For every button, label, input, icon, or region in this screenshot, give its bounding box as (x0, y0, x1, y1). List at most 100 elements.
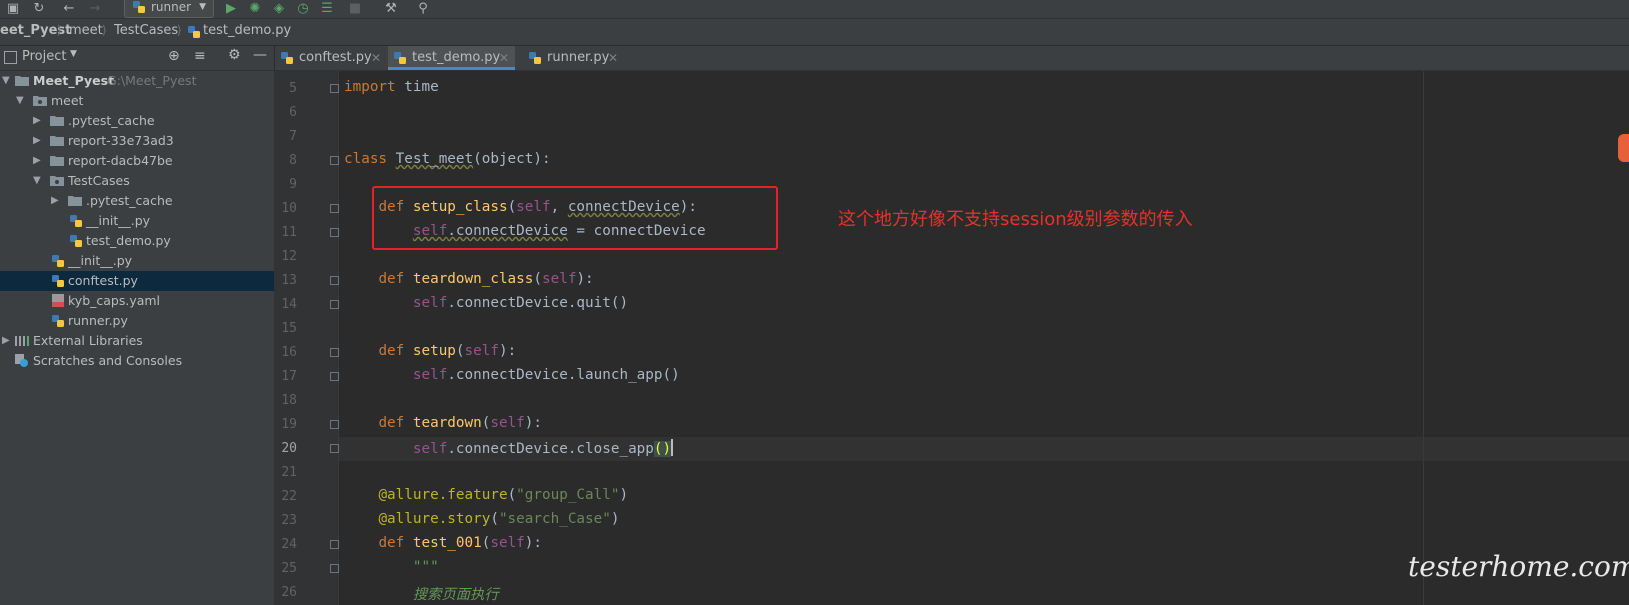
tree-item-report-33e73ad3[interactable]: ▶ report-33e73ad3 (0, 131, 274, 151)
sync-icon[interactable]: ↻ (30, 1, 48, 17)
wrench-icon[interactable]: ⚒ (382, 1, 400, 17)
tree-item-testcases[interactable]: ▼ TestCases (0, 171, 274, 191)
tab-conftest[interactable]: conftest.py ✕ (275, 46, 387, 70)
run-configuration-select[interactable]: runner ▼ (124, 0, 214, 18)
collapsed-arrow-icon[interactable]: ▶ (33, 151, 41, 171)
stop-icon[interactable]: ■ (346, 1, 364, 17)
tree-item-label: runner.py (68, 313, 128, 328)
code-self: self (412, 295, 448, 311)
tree-item-external-libraries[interactable]: ▶ External Libraries (0, 331, 274, 351)
tab-test-demo[interactable]: test_demo.py ✕ (388, 46, 515, 70)
search-icon[interactable]: ⚲ (414, 1, 432, 17)
code-text: .connectDevice.launch_app() (447, 367, 680, 383)
expanded-arrow-icon[interactable]: ▼ (2, 71, 10, 91)
locate-target-icon[interactable]: ⊕ (168, 48, 180, 64)
tree-item-meet-pyest[interactable]: ▼ Meet_Pyest G:\Meet_Pyest (0, 71, 274, 91)
code-keyword: def (378, 271, 405, 287)
folder-icon (50, 136, 64, 146)
code-text: .connectDevice.close_app (447, 441, 654, 457)
line-number: 12 (281, 249, 297, 264)
fold-marker[interactable] (330, 228, 339, 237)
collapse-all-icon[interactable]: ≡ (194, 48, 206, 64)
tree-item-conftest[interactable]: conftest.py (0, 271, 274, 291)
tree-item-label: TestCases (68, 173, 130, 188)
breadcrumb-file[interactable]: test_demo.py (203, 23, 291, 38)
profile-icon[interactable]: ◷ (294, 1, 312, 17)
right-margin-guide (1423, 71, 1424, 605)
code-self: self (542, 271, 577, 287)
python-file-icon (70, 215, 82, 227)
python-file-icon (70, 235, 82, 247)
expanded-arrow-icon[interactable]: ▼ (16, 91, 24, 111)
tree-item-pytest-cache[interactable]: ▶ .pytest_cache (0, 111, 274, 131)
tree-item-test-demo[interactable]: test_demo.py (0, 231, 274, 251)
fold-marker[interactable] (330, 444, 339, 453)
line-number: 16 (281, 345, 297, 360)
collapsed-arrow-icon[interactable]: ▶ (2, 331, 10, 351)
fold-marker[interactable] (330, 420, 339, 429)
project-panel-title[interactable]: Project (22, 49, 66, 64)
project-view-icon (4, 51, 17, 64)
coverage-icon[interactable]: ◈ (270, 1, 288, 17)
folder-icon (50, 116, 64, 126)
folder-icon (50, 156, 64, 166)
code-line-16: def setup(self): (344, 343, 516, 359)
run-tasks-icon[interactable]: ☰ (318, 1, 336, 17)
python-file-icon (188, 26, 200, 38)
tree-item-testcases-init[interactable]: __init__.py (0, 211, 274, 231)
code-text: ( (490, 511, 499, 527)
back-arrow-icon[interactable]: ← (60, 1, 78, 17)
fold-marker[interactable] (330, 564, 339, 573)
tree-item-meet[interactable]: ▼ meet (0, 91, 274, 111)
fold-marker[interactable] (330, 348, 339, 357)
code-self: self (490, 415, 525, 431)
code-function-name: setup (412, 343, 456, 359)
fold-marker[interactable] (330, 156, 339, 165)
fold-marker[interactable] (330, 204, 339, 213)
code-docstring: 搜索页面执行 (412, 587, 499, 603)
python-file-icon (529, 52, 541, 64)
code-text: ) (610, 511, 620, 527)
breadcrumb-meet[interactable]: meet (69, 23, 103, 38)
fold-marker[interactable] (330, 372, 339, 381)
tab-runner[interactable]: runner.py ✕ (523, 46, 623, 70)
fold-marker[interactable] (330, 540, 339, 549)
code-decorator: @allure.feature (378, 487, 508, 503)
tree-item-label: test_demo.py (86, 233, 171, 248)
chevron-down-icon[interactable]: ▼ (70, 49, 77, 59)
run-configuration-label: runner (151, 0, 192, 14)
tree-item-meet-init[interactable]: __init__.py (0, 251, 274, 271)
tree-item-scratches[interactable]: Scratches and Consoles (0, 351, 274, 371)
line-number: 18 (281, 393, 297, 408)
line-number: 13 (281, 273, 297, 288)
fold-marker[interactable] (330, 276, 339, 285)
minimize-icon[interactable]: — (253, 47, 267, 63)
tree-item-report-dacb47be[interactable]: ▶ report-dacb47be (0, 151, 274, 171)
save-icon[interactable]: ▣ (4, 1, 22, 17)
code-decorator: @allure.story (378, 511, 491, 527)
annotation-text: 这个地方好像不支持session级别参数的传入 (838, 209, 1193, 230)
edge-badge (1618, 134, 1629, 162)
python-file-icon (52, 315, 64, 327)
expanded-arrow-icon[interactable]: ▼ (33, 171, 41, 191)
debug-icon[interactable]: ✺ (246, 1, 264, 17)
gear-icon[interactable]: ⚙ (228, 47, 241, 63)
run-icon[interactable]: ▶ (222, 1, 240, 17)
code-line-17: self.connectDevice.launch_app() (344, 367, 680, 383)
code-class-name: Test_meet (395, 151, 474, 167)
collapsed-arrow-icon[interactable]: ▶ (33, 111, 41, 131)
close-icon[interactable]: ✕ (499, 46, 509, 70)
close-icon[interactable]: ✕ (608, 46, 618, 70)
tree-item-kyb-caps[interactable]: kyb_caps.yaml (0, 291, 274, 311)
breadcrumb-testcases[interactable]: TestCases (114, 23, 178, 38)
fold-marker[interactable] (330, 300, 339, 309)
tree-item-runner[interactable]: runner.py (0, 311, 274, 331)
close-icon[interactable]: ✕ (371, 46, 381, 70)
tree-item-testcases-pytest-cache[interactable]: ▶ .pytest_cache (0, 191, 274, 211)
collapsed-arrow-icon[interactable]: ▶ (51, 191, 59, 211)
collapsed-arrow-icon[interactable]: ▶ (33, 131, 41, 151)
package-folder-icon (33, 96, 47, 106)
forward-arrow-icon[interactable]: → (86, 1, 104, 17)
fold-marker[interactable] (330, 84, 339, 93)
tree-item-label: __init__.py (86, 213, 151, 228)
